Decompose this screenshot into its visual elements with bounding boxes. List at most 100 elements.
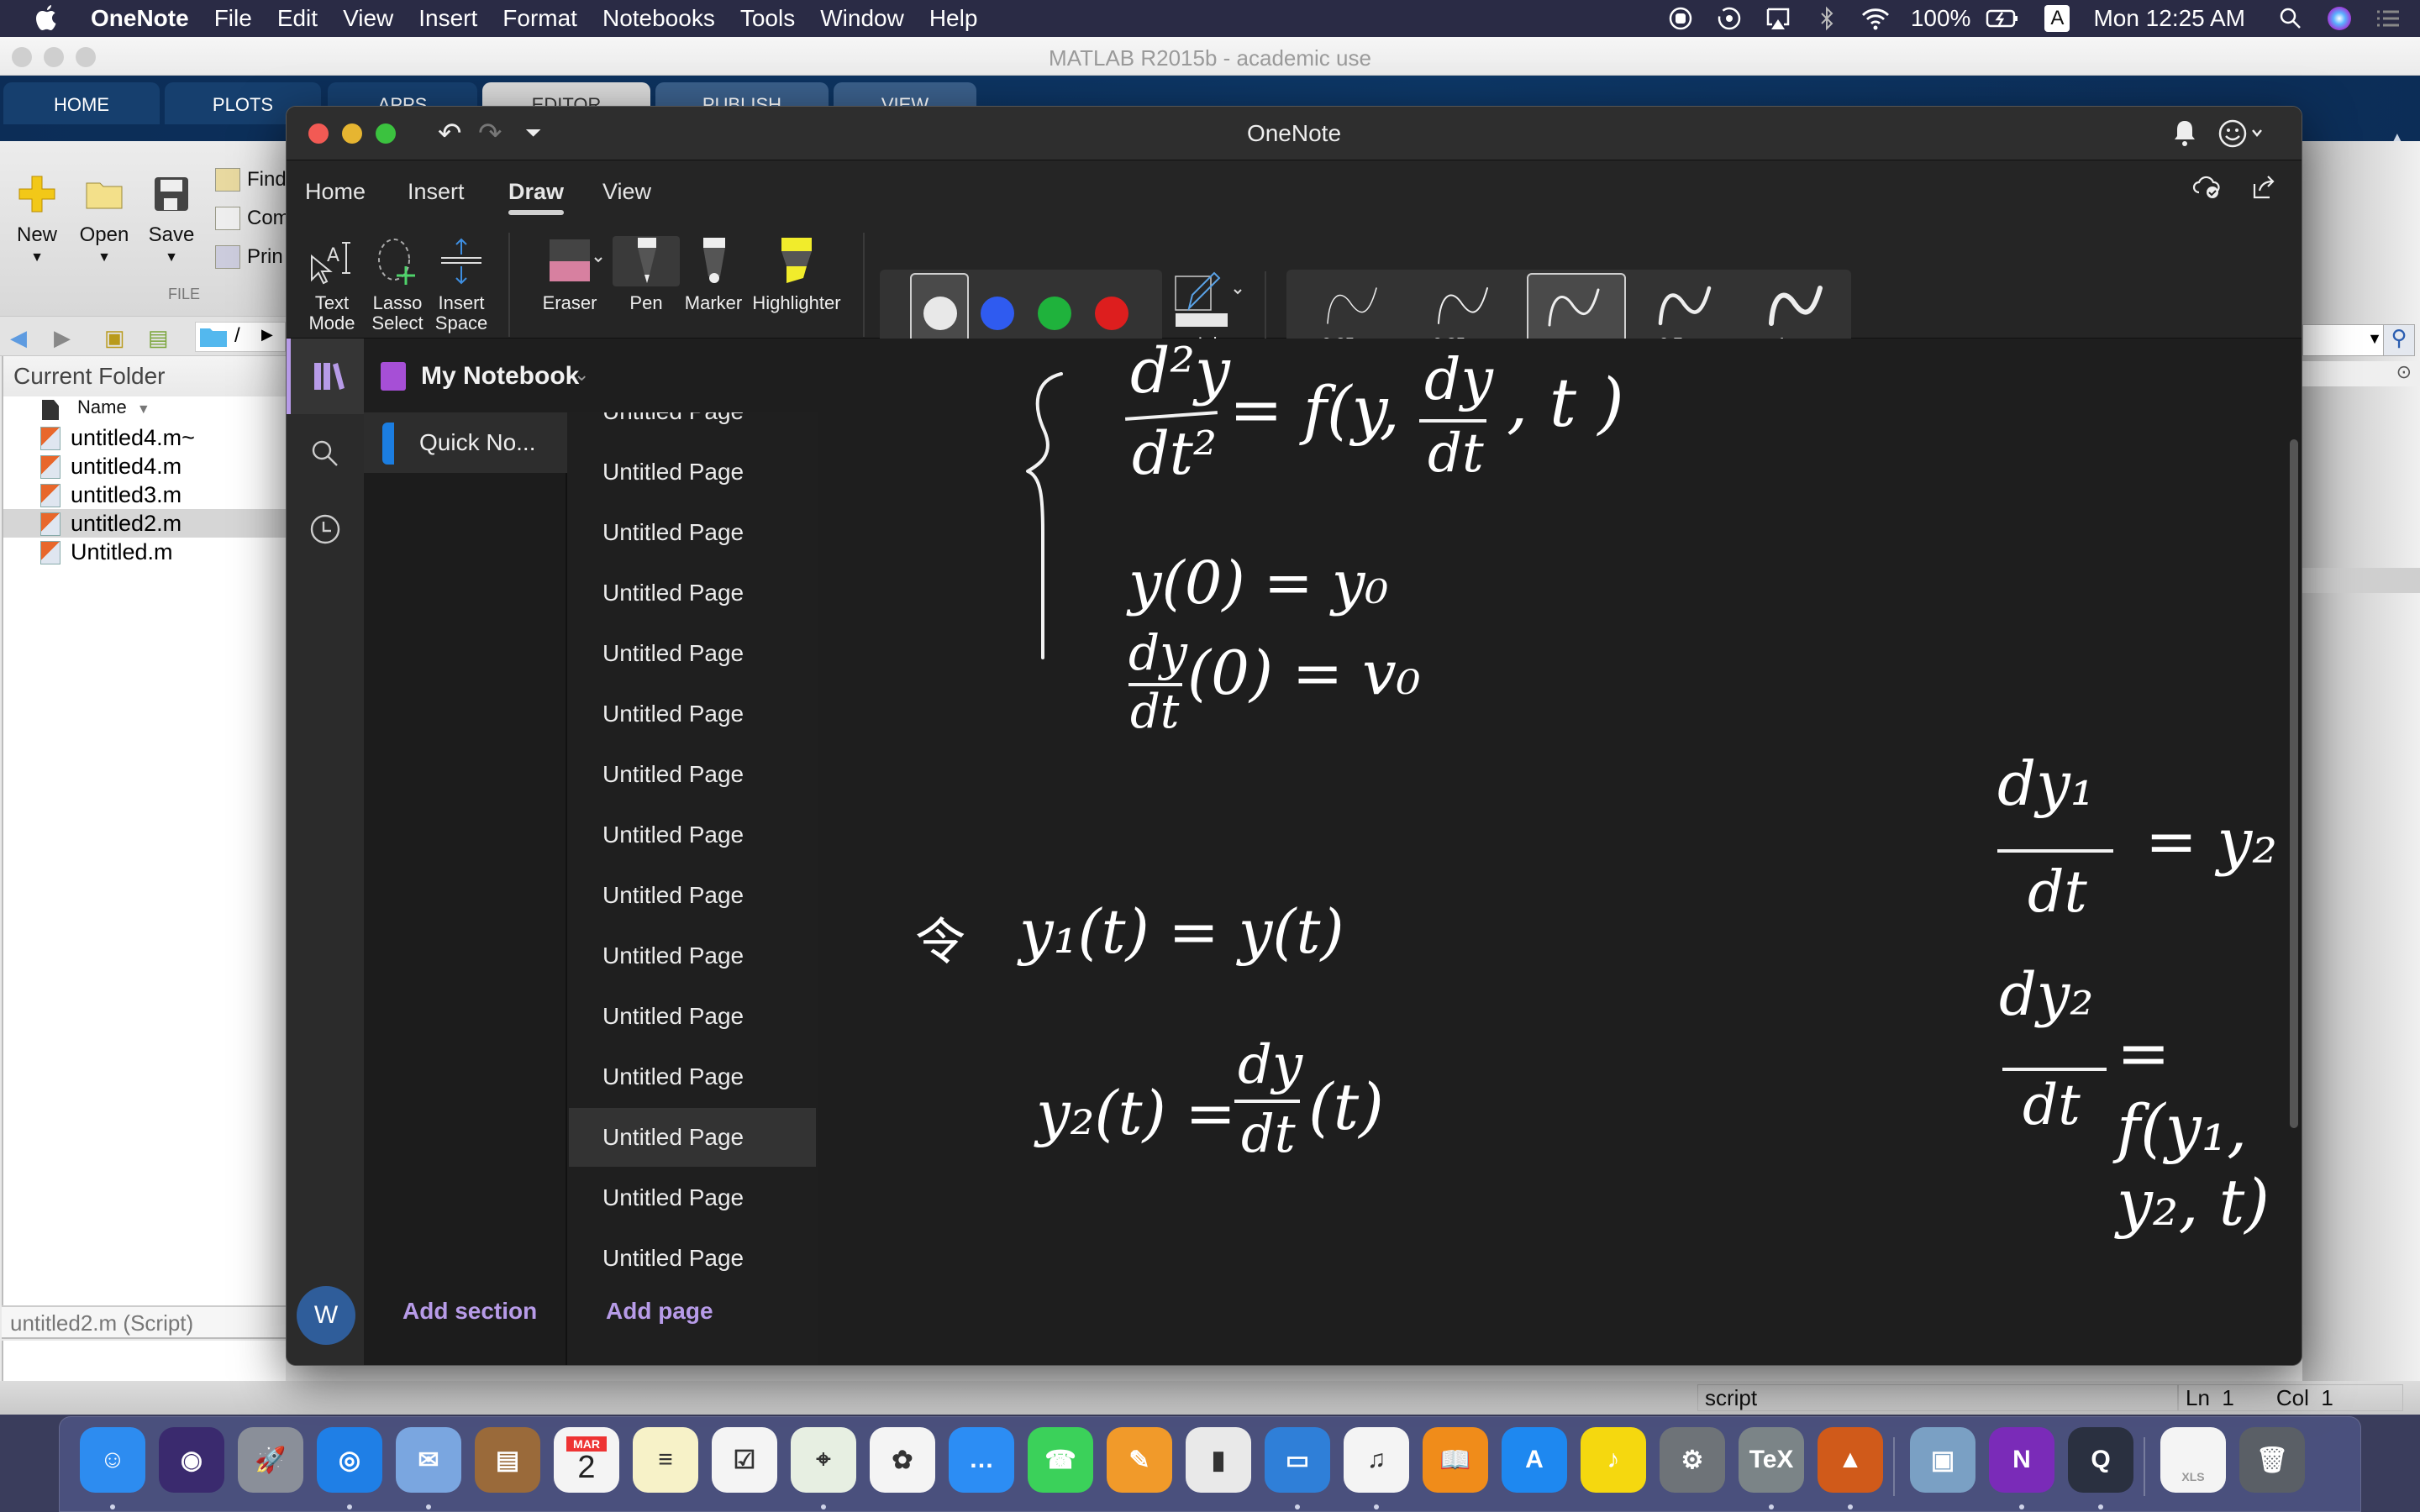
menu-file[interactable]: File	[214, 5, 252, 32]
workspace-search-icon[interactable]: ⚲	[2383, 324, 2415, 356]
page-item[interactable]: Untitled Page	[569, 1047, 816, 1106]
dock-qq-music-icon[interactable]: ♪	[1581, 1427, 1646, 1493]
dock-pages-icon[interactable]: ✎	[1107, 1427, 1172, 1493]
insert-space-button[interactable]: Insert Space	[428, 236, 495, 333]
matlab-print-button[interactable]: Prin	[215, 245, 283, 269]
file-row[interactable]: untitled2.m	[3, 509, 286, 538]
dock-photos-icon[interactable]: ✿	[870, 1427, 935, 1493]
back-arrow-icon[interactable]: ◀	[10, 325, 27, 351]
notification-bell-icon[interactable]	[2172, 118, 2201, 147]
menu-notebooks[interactable]: Notebooks	[602, 5, 715, 32]
file-row[interactable]: Untitled.m	[3, 538, 286, 566]
page-item[interactable]: Untitled Page	[569, 1229, 816, 1288]
dock-maps-icon[interactable]: ⌖	[791, 1427, 856, 1493]
dock-xls-document-icon[interactable]: XLS	[2160, 1427, 2226, 1493]
dock-facetime-icon[interactable]: ☎	[1028, 1427, 1093, 1493]
add-section-button[interactable]: Add section	[402, 1298, 537, 1325]
text-mode-button[interactable]: A Text Mode	[298, 236, 366, 333]
dock-itunes-icon[interactable]: ♫	[1344, 1427, 1409, 1493]
notification-center-icon[interactable]	[2371, 2, 2405, 35]
page-item[interactable]: Untitled Page	[569, 624, 816, 683]
color-swatch-green[interactable]	[1038, 297, 1071, 330]
dock-onenote-icon[interactable]: N	[1989, 1427, 2054, 1493]
page-item[interactable]: Untitled Page	[569, 443, 816, 501]
browse-folder-icon[interactable]: ▤	[148, 325, 169, 351]
menu-clock[interactable]: Mon 12:25 AM	[2093, 5, 2245, 32]
user-avatar[interactable]: W	[297, 1286, 355, 1345]
wifi-icon[interactable]	[1859, 2, 1892, 35]
dock-contacts-icon[interactable]: ▤	[475, 1427, 540, 1493]
bluetooth-icon[interactable]	[1810, 2, 1844, 35]
dock-matlab-icon[interactable]: ▲	[1818, 1427, 1883, 1493]
feedback-smiley-icon[interactable]	[2217, 117, 2268, 150]
menu-edit[interactable]: Edit	[277, 5, 318, 32]
page-item[interactable]: Untitled Page	[569, 1168, 816, 1227]
name-column-header[interactable]: Name ▼	[3, 396, 286, 423]
eraser-button[interactable]: Eraser	[523, 236, 616, 313]
note-canvas[interactable]: d²y dt² = f(y, dy dt , t ) y(0) = y₀ dy …	[818, 335, 2302, 1365]
dock-finder-icon[interactable]: ☺	[80, 1427, 145, 1493]
file-row[interactable]: untitled3.m	[3, 480, 286, 509]
color-swatch-red[interactable]	[1095, 297, 1128, 330]
matlab-find-files-button[interactable]: Find	[215, 168, 287, 192]
menu-window[interactable]: Window	[820, 5, 904, 32]
matlab-tab-home[interactable]: HOME	[3, 82, 160, 124]
page-item[interactable]: Untitled Page	[569, 412, 816, 441]
dock-app-store-icon[interactable]: A	[1502, 1427, 1567, 1493]
matlab-new-button[interactable]: New ▼	[3, 175, 71, 265]
dock-launchpad-icon[interactable]: 🚀	[238, 1427, 303, 1493]
screen-record-icon[interactable]	[1664, 2, 1697, 35]
current-path-field[interactable]: / ▶	[195, 322, 286, 352]
dock-tex-icon[interactable]: TeX	[1739, 1427, 1804, 1493]
search-button[interactable]	[287, 416, 364, 491]
page-item[interactable]: Untitled Page	[569, 866, 816, 925]
page-item[interactable]: Untitled Page	[569, 503, 816, 562]
tab-insert[interactable]: Insert	[408, 179, 465, 205]
dock-system-preferences-icon[interactable]: ⚙	[1660, 1427, 1725, 1493]
airplay-icon[interactable]	[1761, 2, 1795, 35]
page-item[interactable]: Untitled Page	[569, 927, 816, 985]
active-app-name[interactable]: OneNote	[91, 5, 189, 32]
menu-format[interactable]: Format	[502, 5, 577, 32]
disk-icon[interactable]	[1712, 2, 1746, 35]
matlab-save-button[interactable]: Save ▼	[138, 175, 205, 265]
canvas-scrollbar[interactable]	[2290, 439, 2298, 1128]
workspace-selected-row[interactable]	[2302, 568, 2420, 593]
page-item[interactable]: Untitled Page	[569, 564, 816, 622]
share-icon[interactable]	[2251, 172, 2276, 205]
dock-numbers-icon[interactable]: ▮	[1186, 1427, 1251, 1493]
menu-help[interactable]: Help	[929, 5, 978, 32]
tab-draw[interactable]: Draw	[508, 179, 565, 215]
battery-charging-icon[interactable]	[1986, 2, 2019, 35]
color-swatch-blue[interactable]	[981, 297, 1014, 330]
dock-quicktime-player-icon[interactable]: Q	[2068, 1427, 2133, 1493]
dock-mail-icon[interactable]: ✉	[396, 1427, 461, 1493]
menu-tools[interactable]: Tools	[740, 5, 795, 32]
siri-icon[interactable]	[2323, 2, 2356, 35]
marker-button[interactable]: Marker	[680, 236, 747, 313]
menu-insert[interactable]: Insert	[418, 5, 477, 32]
page-item[interactable]: Untitled Page	[569, 1108, 816, 1167]
menu-view[interactable]: View	[343, 5, 393, 32]
dock-notes-icon[interactable]: ≡	[633, 1427, 698, 1493]
dock-preview-icon[interactable]: ▣	[1910, 1427, 1975, 1493]
highlighter-button[interactable]: Highlighter	[742, 236, 851, 313]
tab-view[interactable]: View	[602, 179, 651, 205]
dock-keynote-icon[interactable]: ▭	[1265, 1427, 1330, 1493]
lasso-select-button[interactable]: Lasso Select	[364, 236, 431, 333]
recent-notes-button[interactable]	[287, 491, 364, 567]
tab-home[interactable]: Home	[305, 179, 366, 205]
dock-messages-icon[interactable]: …	[949, 1427, 1014, 1493]
matlab-compare-button[interactable]: Com	[215, 207, 290, 230]
color-swatch-white[interactable]	[923, 297, 957, 330]
dock-books-icon[interactable]: 📖	[1423, 1427, 1488, 1493]
path-chevron-icon[interactable]: ▶	[261, 326, 273, 344]
sync-status-cloud-icon[interactable]	[2192, 172, 2223, 205]
dock-siri-icon[interactable]: ◉	[159, 1427, 224, 1493]
notebooks-button[interactable]	[287, 339, 364, 414]
notebook-name[interactable]: My Notebook	[421, 362, 579, 391]
matlab-open-button[interactable]: Open ▼	[71, 175, 138, 265]
section-item-quick-notes[interactable]: Quick No...	[364, 412, 567, 473]
chevron-down-icon[interactable]: ⌄	[574, 364, 589, 386]
file-row[interactable]: untitled4.m	[3, 452, 286, 480]
